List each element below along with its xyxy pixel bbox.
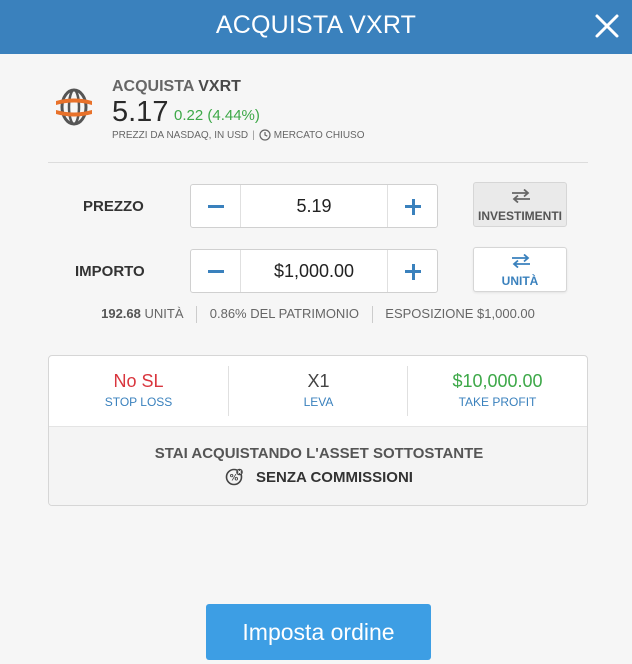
close-icon [595, 14, 619, 38]
investments-toggle-label: INVESTIMENTI [477, 209, 562, 223]
svg-text:%: % [230, 473, 239, 483]
stop-loss-label: STOP LOSS [104, 395, 173, 409]
dialog-header: ACQUISTA VXRT [0, 0, 632, 54]
take-profit-value: $10,000.00 [452, 371, 543, 391]
no-commission-text: SENZA COMMISSIONI [256, 468, 413, 486]
asset-symbol: VXRT [198, 78, 241, 95]
market-status: MERCATO CHIUSO [273, 129, 365, 141]
equity-percent: 0.86% DEL PATRIMONIO [209, 306, 360, 321]
no-commission-icon: % [225, 468, 243, 486]
units-toggle[interactable]: UNITÀ [473, 247, 567, 292]
leverage-label: LEVA [303, 395, 334, 409]
units-label: UNITÀ [144, 306, 184, 321]
amount-increase-button[interactable] [387, 250, 437, 292]
price-input[interactable] [241, 185, 387, 227]
units-value: 192.68 [101, 306, 141, 321]
take-profit-setting[interactable]: $10,000.00 TAKE PROFIT [408, 356, 587, 426]
price-label: PREZZO [83, 198, 144, 215]
trade-settings-panel: No SL STOP LOSS X1 LEVA $10,000.00 TAKE … [48, 355, 588, 506]
dialog-title: ACQUISTA VXRT [215, 11, 417, 39]
commission-notice: STAI ACQUISTANDO L'ASSET SOTTOSTANTE % S… [49, 426, 587, 505]
exposure: ESPOSIZIONE $1,000.00 [385, 306, 535, 321]
close-button[interactable] [592, 11, 622, 41]
amount-decrease-button[interactable] [191, 250, 241, 292]
leverage-value: X1 [307, 371, 330, 391]
notice-line-2: % SENZA COMMISSIONI [49, 468, 587, 486]
swap-arrows-icon [512, 189, 530, 203]
price-change: 0.22 (4.44%) [174, 107, 260, 124]
asset-meta: PREZZI DA NASDAQ, IN USD | MERCATO CHIUS… [112, 129, 365, 141]
leverage-setting[interactable]: X1 LEVA [229, 356, 408, 426]
amount-stepper [190, 249, 438, 293]
swap-arrows-icon [512, 254, 530, 268]
clock-icon [259, 129, 271, 141]
stop-loss-value: No SL [113, 371, 164, 391]
order-summary: 192.68 UNITÀ 0.86% DEL PATRIMONIO ESPOSI… [50, 306, 586, 324]
stop-loss-setting[interactable]: No SL STOP LOSS [49, 356, 228, 426]
asset-info: ACQUISTA VXRT 5.17 0.22 (4.44%) PREZZI D… [50, 76, 590, 162]
summary-separator [196, 306, 198, 324]
units-toggle-label: UNITÀ [501, 274, 539, 288]
take-profit-label: TAKE PROFIT [458, 395, 537, 409]
globe-logo-icon [56, 88, 92, 126]
price-increase-button[interactable] [387, 185, 437, 227]
amount-label: IMPORTO [75, 263, 145, 280]
divider [48, 162, 588, 163]
price-stepper [190, 184, 438, 228]
action-label: ACQUISTA [112, 78, 194, 95]
amount-input[interactable] [241, 250, 387, 292]
price-decrease-button[interactable] [191, 185, 241, 227]
investments-toggle[interactable]: INVESTIMENTI [473, 182, 567, 227]
asset-heading: ACQUISTA VXRT [112, 78, 241, 96]
set-order-button[interactable]: Imposta ordine [206, 604, 431, 660]
notice-line-1: STAI ACQUISTANDO L'ASSET SOTTOSTANTE [154, 445, 484, 462]
meta-separator: | [252, 129, 255, 141]
price-source: PREZZI DA NASDAQ, IN USD [112, 129, 249, 141]
summary-separator [371, 306, 373, 324]
asset-price: 5.17 [112, 96, 169, 128]
